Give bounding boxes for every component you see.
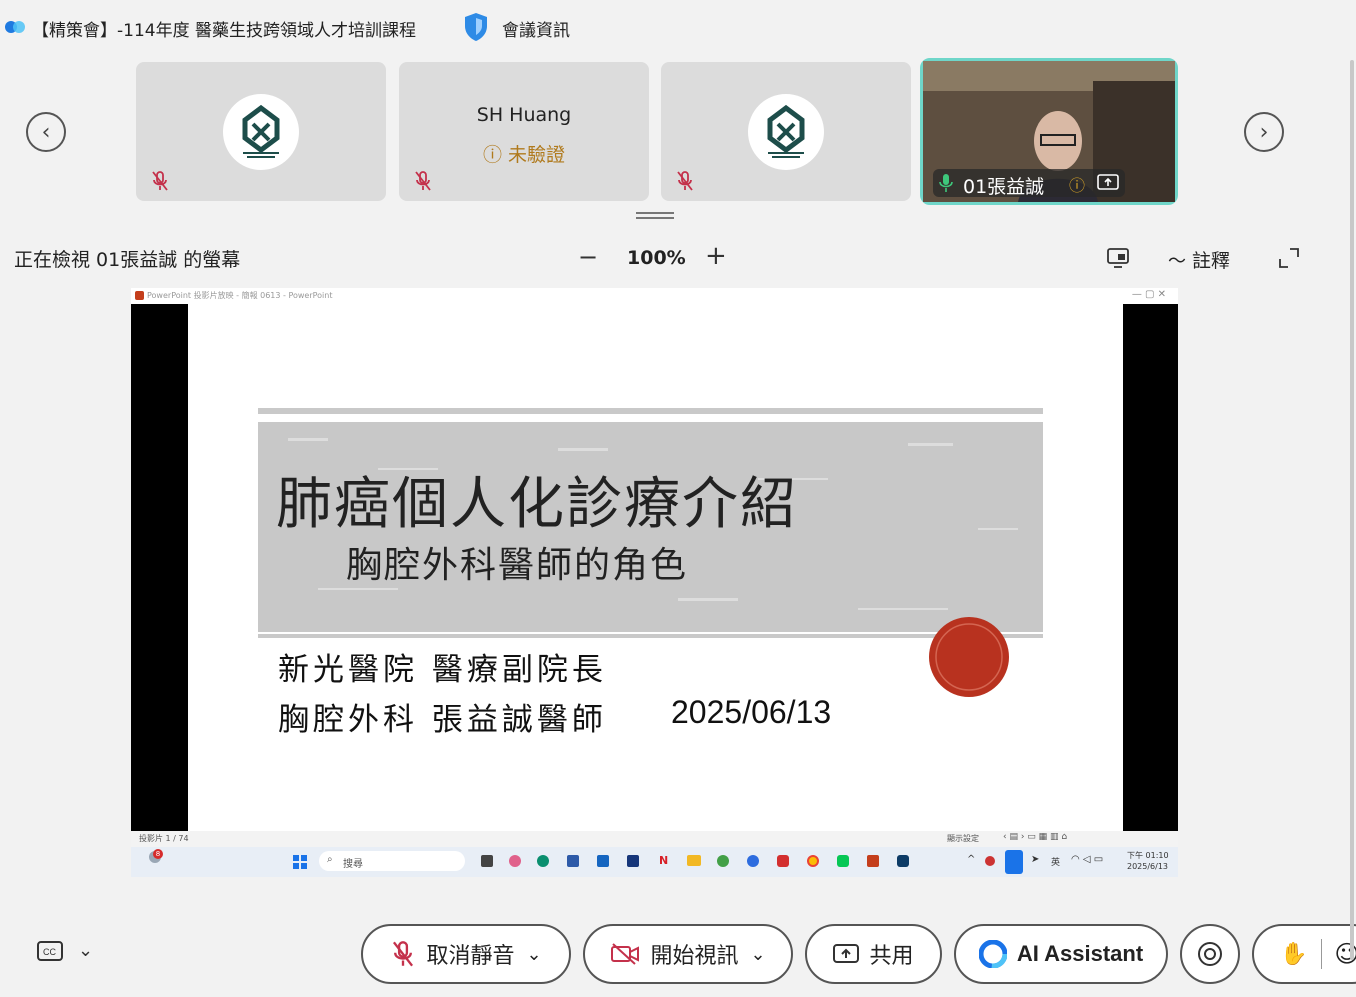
chrome-icon xyxy=(807,855,819,867)
muted-mic-icon xyxy=(677,171,693,191)
line-icon xyxy=(837,855,849,867)
presenter-affiliation: 新光醫院 醫療副院長 xyxy=(278,652,607,688)
location-icon: ➤ xyxy=(1031,854,1040,865)
precision-medicine-logo-icon xyxy=(767,104,805,158)
file-explorer-icon xyxy=(687,855,701,866)
presentation-slide: 肺癌個人化診療介紹 胸腔外科醫師的角色 新光醫院 醫療副院長 胸腔外科 張益誠醫… xyxy=(188,304,1123,831)
chevron-down-icon: ⌄ xyxy=(750,943,766,965)
notification-badge: 8 xyxy=(153,849,163,859)
powerpoint-icon xyxy=(135,291,144,300)
participant-tile-3[interactable] xyxy=(661,62,911,201)
title-bar: 【精策會】-114年度 醫藥生技跨領域人才培訓課程 會議資訊 xyxy=(0,0,1356,56)
edge-icon xyxy=(537,855,549,867)
viewing-screen-label: 正在檢視 01張益誠 的螢幕 xyxy=(14,249,241,271)
tray-app-icon xyxy=(985,856,995,866)
maps-icon xyxy=(717,855,729,867)
network-volume-battery-icons: ◠ ◁ ▭ xyxy=(1071,854,1104,865)
presentation-date: 2025/06/13 xyxy=(671,694,832,730)
netflix-icon: N xyxy=(659,854,669,867)
zoom-in-button[interactable]: + xyxy=(705,241,727,271)
windows-start-icon xyxy=(293,854,307,869)
fullscreen-icon[interactable] xyxy=(1278,247,1300,269)
slide-title: 肺癌個人化診療介紹 xyxy=(276,472,798,537)
participant-tile-active-speaker[interactable]: 01張益誠 ⓘ xyxy=(920,58,1178,205)
red-seal-decoration xyxy=(929,617,1009,697)
chevron-left-icon: ‹ xyxy=(41,119,51,145)
powerpoint-statusbar: 投影片 1 / 74 顯示設定 ‹ ▤ › ▭ ▦ ▥ ⌂ xyxy=(131,831,1178,847)
record-button[interactable] xyxy=(1180,924,1240,984)
reactions-button[interactable]: ✋ ☺ xyxy=(1252,924,1356,984)
tray-mic-icon xyxy=(1005,850,1023,874)
unverified-status: ⓘ 未驗證 xyxy=(482,144,566,166)
presenter-name: 胸腔外科 張益誠醫師 xyxy=(278,702,607,738)
meeting-info-link[interactable]: 會議資訊 xyxy=(502,16,570,41)
unmute-button[interactable]: 取消靜音 ⌄ xyxy=(361,924,571,984)
svg-text:CC: CC xyxy=(43,947,56,957)
window-controls: — ▢ ✕ xyxy=(1131,289,1166,300)
participant-tile-2[interactable]: SH Huang ⓘ 未驗證 xyxy=(399,62,649,201)
organization-logo xyxy=(748,94,824,170)
powerpoint-taskbar-icon xyxy=(867,855,879,867)
zoom-icon xyxy=(747,855,759,867)
video-off-icon xyxy=(611,943,640,965)
slide-nav-icons: ‹ ▤ › ▭ ▦ ▥ ⌂ xyxy=(1003,832,1068,842)
ai-assistant-icon xyxy=(978,940,1007,968)
muted-mic-icon xyxy=(152,171,168,191)
chevron-down-icon: ⌄ xyxy=(526,943,542,965)
participant-name: SH Huang xyxy=(476,104,572,126)
sharing-screen-icon xyxy=(1097,174,1119,190)
participant-tile-1[interactable] xyxy=(136,62,386,201)
outlook-icon xyxy=(597,855,609,867)
zoom-level: 100% xyxy=(627,247,686,269)
input-language: 英 xyxy=(1051,858,1061,868)
webex-taskbar-icon xyxy=(897,855,909,867)
record-icon xyxy=(1198,942,1222,966)
ai-assistant-button[interactable]: AI Assistant xyxy=(954,924,1168,984)
precision-medicine-logo-icon xyxy=(242,104,280,158)
search-icon: ⌕ xyxy=(327,854,333,865)
powerpoint-titlebar: PowerPoint 投影片放映 - 簡報 0613 - PowerPoint … xyxy=(131,288,1178,304)
shield-icon[interactable] xyxy=(463,12,489,42)
share-screen-icon xyxy=(833,944,860,963)
task-view-icon xyxy=(481,855,493,867)
zoom-out-button[interactable]: − xyxy=(578,243,598,271)
speaker-label: 01張益誠 ⓘ xyxy=(933,169,1125,198)
webex-logo-icon xyxy=(5,21,25,33)
app-l-icon xyxy=(627,855,639,867)
chevron-right-icon: › xyxy=(1259,119,1269,145)
display-settings: 顯示設定 xyxy=(947,834,979,843)
share-button[interactable]: 共用 xyxy=(805,924,942,984)
resize-handle-icon[interactable] xyxy=(636,212,674,220)
muted-mic-icon xyxy=(393,941,414,967)
mic-icon xyxy=(939,174,953,192)
meeting-title: 【精策會】-114年度 醫藥生技跨領域人才培訓課程 xyxy=(32,21,416,41)
scrollbar[interactable] xyxy=(1350,60,1354,960)
question-circle-icon: ⓘ xyxy=(482,144,502,166)
slide-subtitle: 胸腔外科醫師的角色 xyxy=(346,545,689,586)
prev-participants-button[interactable]: ‹ xyxy=(26,112,66,152)
copilot-icon xyxy=(509,855,521,867)
security-app-icon xyxy=(777,855,789,867)
question-circle-icon: ⓘ xyxy=(1069,176,1086,195)
chevron-down-icon: ⌄ xyxy=(78,940,94,961)
muted-mic-icon xyxy=(415,171,431,191)
view-options-icon[interactable] xyxy=(1106,247,1130,269)
tray-chevron-icon: ^ xyxy=(967,854,976,865)
next-participants-button[interactable]: › xyxy=(1244,112,1284,152)
captions-button[interactable]: CC ⌄ xyxy=(36,940,93,970)
speaker-name: 01張益誠 xyxy=(963,176,1045,198)
taskbar-search: ⌕ 搜尋 xyxy=(319,851,465,871)
store-icon xyxy=(567,855,579,867)
closed-captions-icon: CC xyxy=(37,941,63,961)
start-video-button[interactable]: 開始視訊 ⌄ xyxy=(583,924,793,984)
windows-taskbar: 8 ⌕ 搜尋 N ^ ➤ 英 ◠ ◁ ▭ 下午 01:10 2025/6/13 xyxy=(131,847,1178,877)
raise-hand-icon: ✋ xyxy=(1280,941,1308,967)
organization-logo xyxy=(223,94,299,170)
annotate-button[interactable]: 〜 註釋 xyxy=(1168,246,1230,273)
taskbar-clock: 下午 01:10 2025/6/13 xyxy=(1127,851,1169,871)
slide-counter: 投影片 1 / 74 xyxy=(139,834,189,843)
pen-scribble-icon: 〜 xyxy=(1168,251,1186,272)
